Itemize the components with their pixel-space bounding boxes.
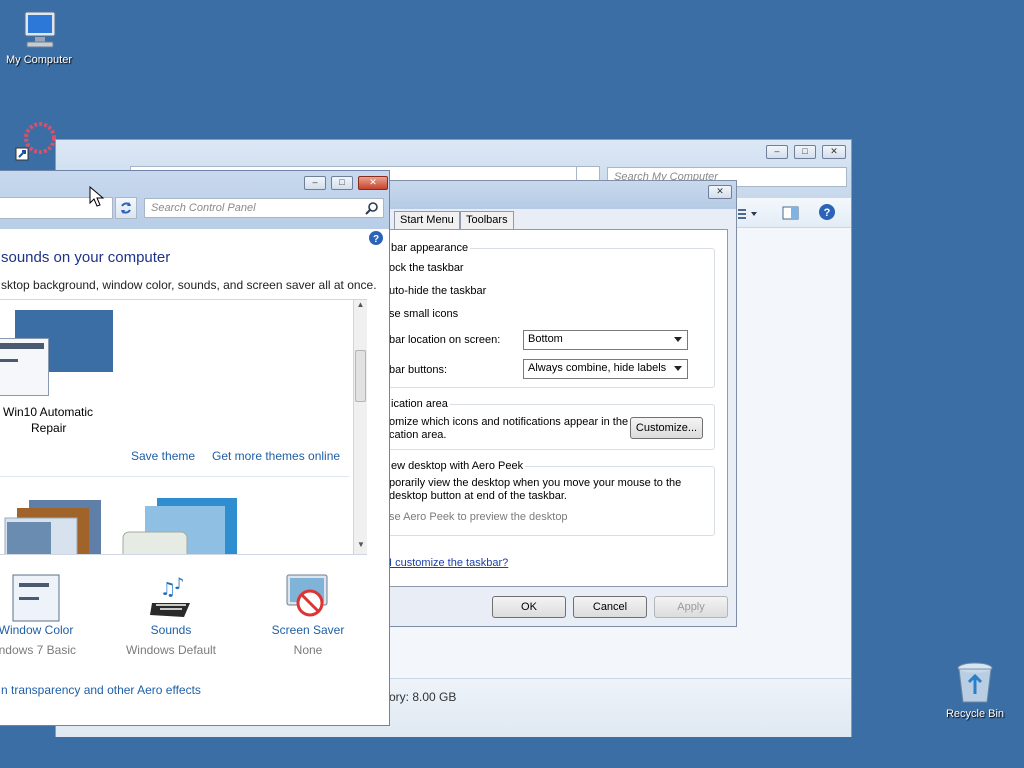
- preview-pane-icon[interactable]: [782, 205, 800, 221]
- desktop-icon-label: My Computer: [5, 54, 73, 66]
- ok-button[interactable]: OK: [492, 596, 566, 618]
- themes-scrollbar[interactable]: ▲ ▼: [353, 300, 367, 554]
- save-theme-link[interactable]: Save theme: [131, 449, 195, 463]
- notification-text: cation area.: [389, 429, 447, 441]
- window-color-icon: [12, 574, 60, 622]
- chevron-down-icon: [674, 366, 682, 371]
- divider: [0, 476, 349, 477]
- memory-text: ory: 8.00 GB: [389, 690, 457, 704]
- taskbar-tab-panel: bar appearance ock the taskbar uto-hide …: [383, 229, 728, 587]
- sounds-label: Sounds: [150, 623, 192, 637]
- svg-text:?: ?: [824, 207, 831, 219]
- apply-button[interactable]: Apply: [654, 596, 728, 618]
- group-title: ication area: [389, 398, 450, 410]
- get-more-themes-link[interactable]: Get more themes online: [212, 449, 340, 463]
- themes-list: Win10 Automatic Repair Save theme Get mo…: [0, 299, 367, 555]
- theme-name: Win10 Automatic: [3, 405, 94, 419]
- window-color-item[interactable]: Window Color indows 7 Basic: [0, 573, 101, 657]
- personalization-window: – □ ✕ Search Control Panel ? sounds on y…: [0, 170, 390, 726]
- location-label: bar location on screen:: [389, 334, 501, 346]
- window-color-value: indows 7 Basic: [0, 643, 77, 657]
- aero-effects-link[interactable]: n transparency and other Aero effects: [1, 683, 201, 697]
- help-icon[interactable]: ?: [368, 230, 384, 246]
- notification-text: omize which icons and notifications appe…: [389, 416, 629, 428]
- minimize-button[interactable]: –: [766, 145, 788, 159]
- maximize-button[interactable]: □: [794, 145, 816, 159]
- desktop-icon-recycle-bin[interactable]: Recycle Bin: [940, 660, 1010, 720]
- search-icon[interactable]: [365, 202, 379, 216]
- views-icon[interactable]: [737, 206, 759, 222]
- dialog-titlebar: [372, 181, 736, 209]
- recycle-bin-icon: [957, 662, 993, 703]
- page-subtitle: sktop background, window color, sounds, …: [1, 278, 377, 292]
- chevron-down-icon: [674, 337, 682, 342]
- theme-name: Repair: [31, 421, 67, 435]
- svg-text:?: ?: [373, 234, 379, 245]
- buttons-value: Always combine, hide labels: [528, 362, 667, 374]
- group-title: bar appearance: [389, 242, 471, 254]
- minimize-button[interactable]: –: [304, 176, 326, 190]
- tab-label: Start Menu: [400, 214, 454, 226]
- aero-peek-checkbox[interactable]: se Aero Peek to preview the desktop: [389, 511, 568, 523]
- screen-saver-item[interactable]: Screen Saver None: [243, 573, 373, 657]
- auto-hide-checkbox[interactable]: uto-hide the taskbar: [389, 285, 486, 297]
- group-title: ew desktop with Aero Peek: [389, 460, 526, 472]
- desktop-icon-my-computer[interactable]: My Computer: [4, 10, 74, 66]
- refresh-icon[interactable]: [115, 197, 137, 219]
- theme-preview-window: [0, 338, 49, 396]
- aero-text: desktop button at end of the taskbar.: [389, 490, 567, 502]
- tab-label: Toolbars: [466, 214, 508, 226]
- maximize-button[interactable]: □: [331, 176, 353, 190]
- aero-text: porarily view the desktop when you move …: [389, 477, 682, 489]
- help-link[interactable]: I customize the taskbar?: [389, 557, 508, 569]
- buttons-label: bar buttons:: [389, 364, 448, 376]
- taskbar-properties-dialog: ✕ Start Menu Toolbars bar appearance ock…: [371, 180, 737, 627]
- svg-text:♪: ♪: [174, 574, 184, 593]
- location-select[interactable]: Bottom: [523, 330, 688, 350]
- close-button[interactable]: ✕: [822, 145, 846, 159]
- tab-toolbars[interactable]: Toolbars: [460, 211, 514, 230]
- mouse-cursor-icon: [89, 186, 105, 207]
- desktop-icon-label: Recycle Bin: [945, 708, 1005, 720]
- screen-saver-value: None: [293, 643, 323, 657]
- location-value: Bottom: [528, 333, 563, 345]
- scrollbar-thumb[interactable]: [355, 350, 366, 402]
- sounds-icon: ♫♪: [150, 574, 190, 617]
- tab-start-menu[interactable]: Start Menu: [394, 211, 460, 230]
- close-button[interactable]: ✕: [708, 185, 732, 199]
- computer-icon: [24, 11, 56, 48]
- screen-saver-icon: [286, 574, 328, 617]
- sounds-item[interactable]: ♫ ♪ Sounds Windows Default: [106, 573, 236, 657]
- close-button[interactable]: ✕: [358, 176, 388, 190]
- search-input[interactable]: Search Control Panel: [144, 198, 384, 218]
- help-icon[interactable]: ?: [818, 203, 836, 221]
- theme-thumbnail[interactable]: [121, 496, 241, 554]
- small-icons-checkbox[interactable]: se small icons: [389, 308, 458, 320]
- theme-thumbnail[interactable]: [1, 496, 106, 554]
- lock-taskbar-checkbox[interactable]: ock the taskbar: [389, 262, 464, 274]
- page-title: sounds on your computer: [1, 249, 171, 266]
- cancel-button[interactable]: Cancel: [573, 596, 647, 618]
- screen-saver-label: Screen Saver: [271, 623, 345, 637]
- buttons-select[interactable]: Always combine, hide labels: [523, 359, 688, 379]
- sounds-value: Windows Default: [125, 643, 217, 657]
- window-color-label: Window Color: [0, 623, 74, 637]
- search-placeholder: Search Control Panel: [151, 202, 256, 214]
- customize-button[interactable]: Customize...: [630, 417, 703, 439]
